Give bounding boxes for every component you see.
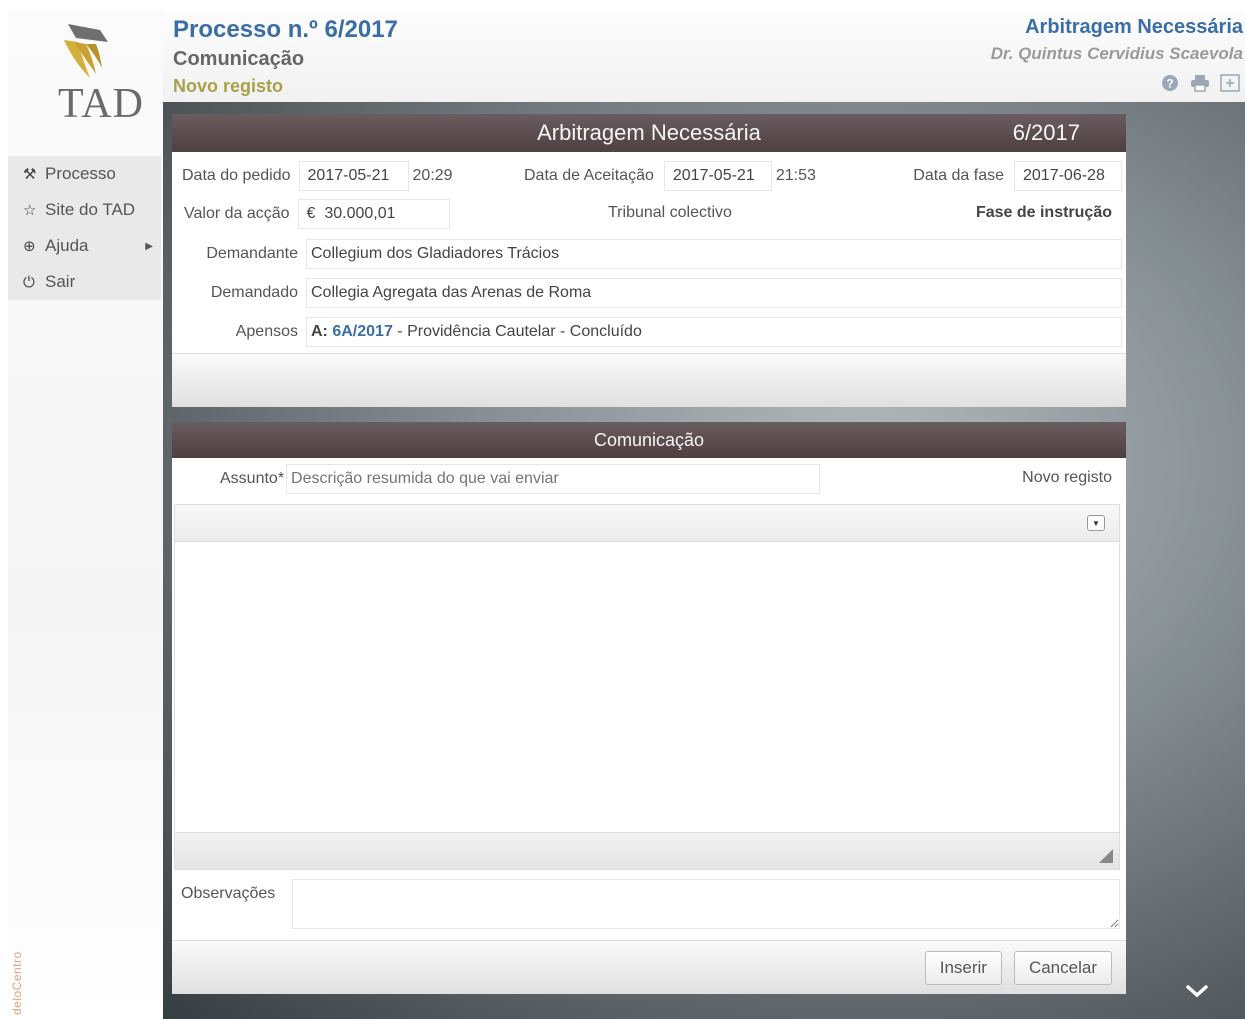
tribunal-text: Tribunal colectivo: [608, 204, 732, 222]
apensos-prefix: A:: [311, 323, 328, 340]
data-pedido-date: 2017-05-21: [298, 161, 409, 191]
resize-handle-icon[interactable]: [1099, 849, 1113, 863]
chevron-down-icon[interactable]: ▼: [1087, 515, 1105, 531]
demandante-row: Demandante Collegium dos Gladiadores Trá…: [200, 239, 1122, 269]
sidebar-item-ajuda[interactable]: ⊕ Ajuda ▶: [8, 228, 161, 264]
demandado-row: Demandado Collegia Agregata das Arenas d…: [200, 278, 1122, 308]
fase-text: Fase de instrução: [976, 204, 1112, 222]
dates-row: Data do pedido 2017-05-21 20:29: [182, 161, 453, 191]
communication-panel-footer: Inserir Cancelar: [172, 940, 1126, 994]
process-panel-header: Arbitragem Necessária 6/2017: [172, 114, 1126, 152]
print-icon[interactable]: [1189, 72, 1211, 94]
svg-text:?: ?: [1166, 77, 1173, 91]
process-number: 6/2017: [1012, 120, 1080, 145]
form-actions: Inserir Cancelar: [924, 951, 1112, 985]
apensos-row: Apensos A: 6A/2017 - Providência Cautela…: [200, 317, 1122, 347]
sidebar-item-label: Site do TAD: [45, 200, 136, 219]
data-aceitacao-time: 21:53: [775, 167, 816, 184]
editor-toolbar: ▼: [174, 504, 1120, 542]
cancel-button[interactable]: Cancelar: [1013, 951, 1112, 985]
comm-status: Novo registo: [1022, 469, 1112, 487]
message-editor[interactable]: [174, 542, 1120, 832]
apensos-link[interactable]: 6A/2017: [332, 323, 393, 341]
comm-status-label: Novo registo: [1022, 469, 1112, 486]
page-header: Processo n.º 6/2017 Comunicação Novo reg…: [163, 10, 1245, 102]
apensos-field: A: 6A/2017 - Providência Cautelar - Conc…: [306, 317, 1122, 347]
observacoes-label-row: Observações: [181, 885, 275, 903]
data-fase-date: 2017-06-28: [1014, 161, 1122, 191]
assunto-input[interactable]: [286, 464, 821, 494]
demandado-field: Collegia Agregata das Arenas de Roma: [306, 278, 1122, 308]
sidebar-menu: ⚒ Processo ☆ Site do TAD ⊕ Ajuda ▶ ⏻ Sai…: [8, 156, 161, 300]
star-icon: ☆: [23, 202, 37, 219]
observacoes-textarea[interactable]: [292, 879, 1120, 929]
fase-date-group: Data da fase 2017-06-28: [913, 161, 1122, 191]
brand-watermark: deloCentro: [10, 951, 24, 1015]
logo-emblem-icon: [64, 24, 108, 78]
demandado-label: Demandado: [210, 284, 298, 301]
process-panel-footer: [172, 353, 1126, 407]
help-icon[interactable]: ?: [1159, 72, 1181, 94]
header-toolbar: ?: [1159, 72, 1241, 94]
demandante-field: Collegium dos Gladiadores Trácios: [306, 239, 1122, 269]
aceitacao-group: Data de Aceitação 2017-05-21 21:53: [524, 161, 816, 191]
expand-icon[interactable]: [1219, 72, 1241, 94]
process-panel-title: Arbitragem Necessária: [537, 120, 761, 145]
tribunal-label: Tribunal colectivo: [608, 204, 732, 221]
caret-right-icon: ▶: [145, 240, 153, 252]
observacoes-label: Observações: [181, 885, 276, 902]
sidebar: TAD ⚒ Processo ☆ Site do TAD ⊕ Ajuda ▶ ⏻…: [8, 10, 163, 1019]
data-fase-label: Data da fase: [913, 167, 1004, 184]
tad-logo[interactable]: TAD: [30, 16, 143, 127]
page-subtitle: Comunicação: [173, 48, 305, 70]
gavel-icon: ⚒: [23, 166, 37, 183]
process-panel: Arbitragem Necessária 6/2017 Data do ped…: [172, 114, 1126, 407]
page-title: Processo n.º 6/2017: [173, 16, 398, 43]
data-aceitacao-label: Data de Aceitação: [524, 167, 654, 184]
header-process-type: Arbitragem Necessária: [1025, 16, 1243, 38]
page-status: Novo registo: [173, 76, 284, 96]
data-aceitacao-date: 2017-05-21: [663, 161, 772, 191]
lifebuoy-icon: ⊕: [23, 238, 36, 255]
header-user: Dr. Quintus Cervidius Scaevola: [990, 44, 1243, 63]
communication-panel-header: Comunicação: [172, 422, 1126, 458]
chevron-down-icon[interactable]: [1185, 979, 1209, 1005]
communication-panel-title: Comunicação: [593, 429, 705, 450]
data-pedido-label: Data do pedido: [182, 167, 291, 184]
valor-row: Valor da acção € 30.000,01: [184, 199, 450, 229]
apensos-label: Apensos: [235, 323, 298, 340]
sidebar-item-processo[interactable]: ⚒ Processo: [8, 156, 161, 192]
required-marker: *: [277, 470, 285, 487]
valor-field: € 30.000,01: [297, 199, 450, 229]
sidebar-item-label: Sair: [45, 272, 76, 291]
communication-panel: Comunicação Assunto * Novo registo ▼ Obs…: [172, 422, 1126, 994]
editor-statusbar: [174, 832, 1120, 870]
demandante-label: Demandante: [206, 245, 298, 262]
sidebar-item-sair[interactable]: ⏻ Sair: [8, 264, 161, 300]
data-pedido-time: 20:29: [412, 167, 453, 184]
valor-label: Valor da acção: [184, 205, 290, 222]
apensos-desc: - Providência Cautelar - Concluído: [392, 323, 642, 340]
insert-button[interactable]: Inserir: [924, 951, 1002, 985]
fase-label: Fase de instrução: [975, 204, 1112, 221]
sidebar-item-site-do-tad[interactable]: ☆ Site do TAD: [8, 192, 161, 228]
power-icon: ⏻: [23, 273, 35, 291]
sidebar-item-label: Processo: [45, 164, 116, 183]
logo-text: TAD: [58, 81, 144, 127]
assunto-label: Assunto: [220, 470, 278, 487]
assunto-row: Assunto *: [220, 464, 821, 494]
sidebar-item-label: Ajuda: [45, 236, 89, 255]
